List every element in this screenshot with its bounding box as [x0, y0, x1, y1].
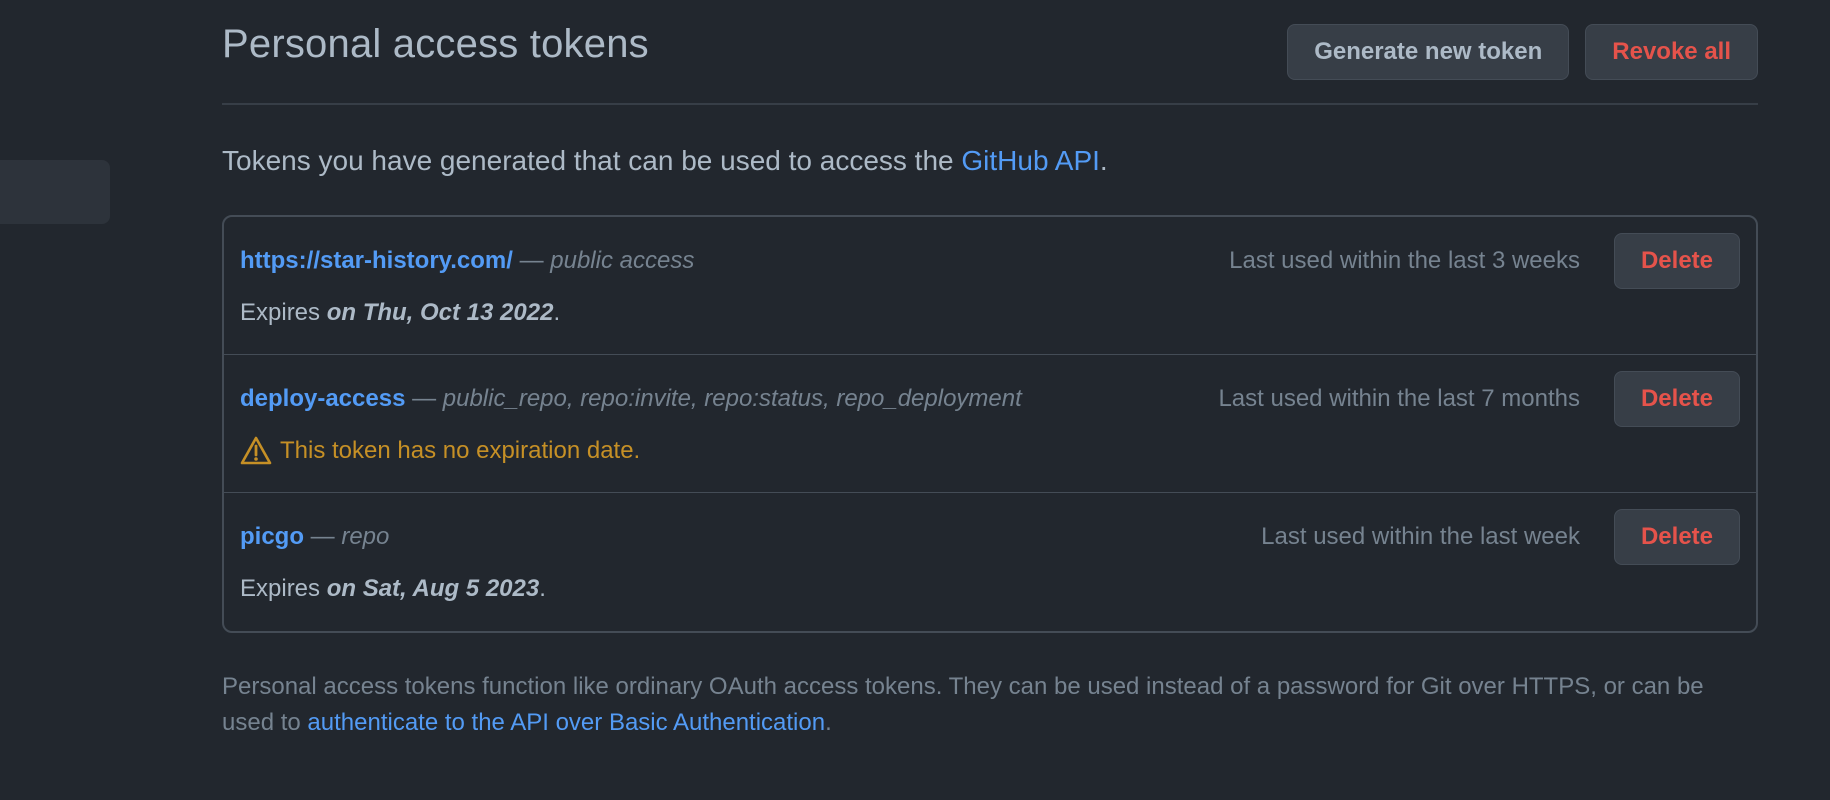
token-row: https://star-history.com/ — public acces… — [224, 217, 1756, 355]
token-row: picgo — repo Last used within the last w… — [224, 493, 1756, 631]
header-actions: Generate new token Revoke all — [1287, 24, 1758, 80]
token-dash: — — [304, 523, 342, 550]
delete-token-button[interactable]: Delete — [1614, 371, 1740, 427]
footer-note: Personal access tokens function like ord… — [222, 669, 1758, 741]
page-header: Personal access tokens Generate new toke… — [222, 0, 1758, 105]
token-scopes: public_repo, repo:invite, repo:status, r… — [442, 385, 1022, 412]
revoke-all-button[interactable]: Revoke all — [1585, 24, 1758, 80]
token-name-link[interactable]: https://star-history.com/ — [240, 247, 513, 274]
token-header: deploy-access — public_repo, repo:invite… — [240, 383, 1022, 415]
token-name-link[interactable]: deploy-access — [240, 385, 405, 412]
token-header: picgo — repo — [240, 521, 389, 553]
intro-text: Tokens you have generated that can be us… — [222, 141, 1758, 181]
basic-auth-link[interactable]: authenticate to the API over Basic Authe… — [307, 709, 825, 736]
github-api-link[interactable]: GitHub API — [961, 145, 1100, 176]
expiry-suffix: . — [553, 299, 561, 326]
intro-text-before: Tokens you have generated that can be us… — [222, 145, 962, 176]
expiry-date: on Sat, Aug 5 2023 — [326, 575, 540, 602]
token-list: https://star-history.com/ — public acces… — [222, 215, 1758, 633]
sidebar-selected-item[interactable] — [0, 160, 110, 224]
expiry-prefix: Expires — [240, 575, 327, 602]
generate-new-token-button[interactable]: Generate new token — [1287, 24, 1570, 80]
token-dash: — — [405, 385, 443, 412]
expiry-suffix: . — [539, 575, 546, 602]
main-content: Personal access tokens Generate new toke… — [222, 0, 1758, 765]
token-expiry: Expires on Sat, Aug 5 2023. — [240, 573, 546, 605]
token-row: deploy-access — public_repo, repo:invite… — [224, 355, 1756, 493]
token-last-used: Last used within the last week — [1261, 523, 1580, 550]
page-title: Personal access tokens — [222, 22, 649, 66]
token-expiry: Expires on Thu, Oct 13 2022. — [240, 297, 560, 329]
token-scopes: public access — [550, 247, 695, 274]
token-name-link[interactable]: picgo — [240, 523, 304, 550]
expiry-prefix: Expires — [240, 299, 327, 326]
token-header: https://star-history.com/ — public acces… — [240, 245, 694, 277]
delete-token-button[interactable]: Delete — [1614, 233, 1740, 289]
delete-token-button[interactable]: Delete — [1614, 509, 1740, 565]
alert-triangle-icon — [240, 436, 272, 465]
token-dash: — — [512, 247, 551, 274]
intro-text-after: . — [1099, 145, 1108, 176]
token-last-used: Last used within the last 3 weeks — [1229, 247, 1580, 274]
token-no-expiration-warning: This token has no expiration date. — [240, 435, 640, 467]
footer-text-after: . — [825, 709, 832, 736]
token-last-used: Last used within the last 7 months — [1218, 385, 1580, 412]
expiry-date: on Thu, Oct 13 2022 — [326, 299, 554, 326]
token-scopes: repo — [341, 523, 390, 550]
warning-text: This token has no expiration date. — [280, 437, 641, 464]
